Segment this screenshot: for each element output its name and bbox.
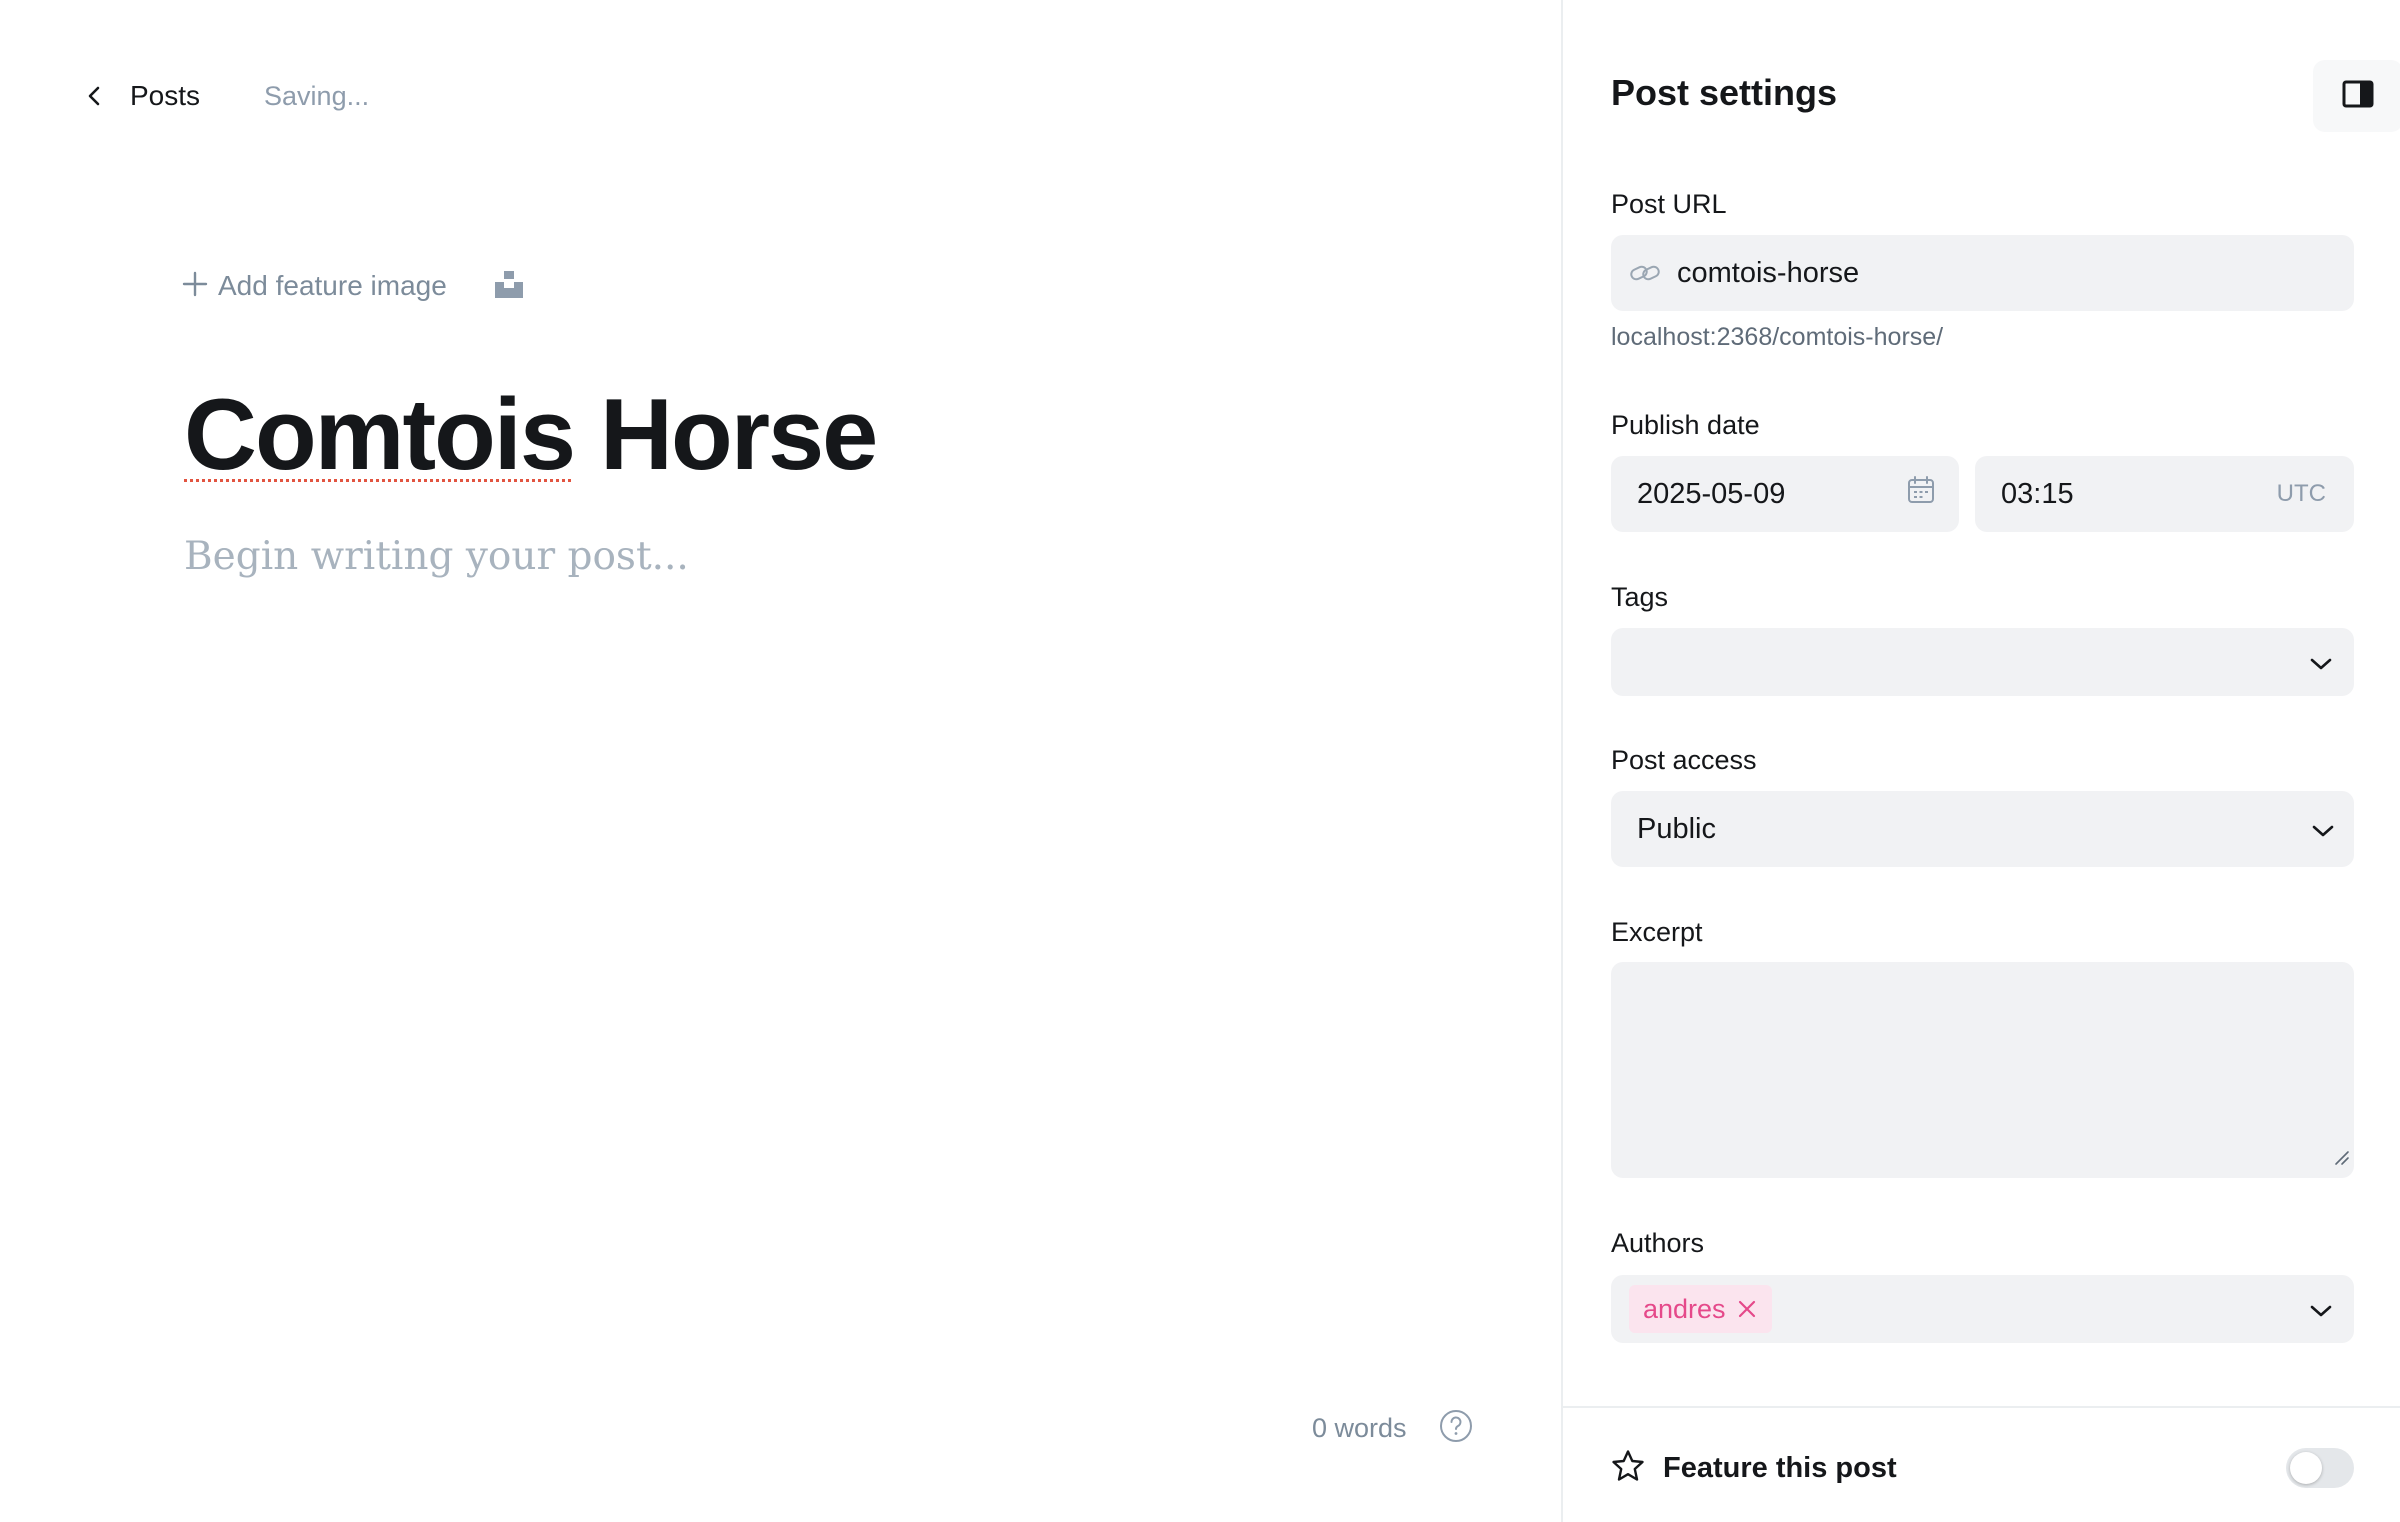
toggle-knob (2290, 1452, 2322, 1484)
post-access-value: Public (1637, 812, 1716, 845)
timezone-label: UTC (2276, 480, 2326, 507)
remove-author-button[interactable] (1738, 1294, 1756, 1325)
back-link-label: Posts (130, 80, 201, 111)
post-editor-app: Posts Saving... Add feature image Comtoi… (0, 0, 2400, 1522)
post-access-select[interactable]: Public (1611, 791, 2354, 867)
word-count-bar: 0 words (1312, 1408, 1473, 1448)
calendar-icon[interactable] (1907, 476, 1935, 512)
post-body-editor[interactable]: Begin writing your post... (184, 534, 689, 579)
publish-date-value: 2025-05-09 (1637, 477, 1786, 510)
author-chip: andres (1629, 1285, 1772, 1333)
word-count: 0 words (1312, 1412, 1407, 1443)
editor-canvas: Posts Saving... Add feature image Comtoi… (0, 0, 1561, 1522)
close-icon (1738, 1294, 1756, 1325)
feature-post-row: Feature this post (1611, 1446, 2354, 1490)
publish-date-input[interactable]: 2025-05-09 (1611, 456, 1959, 532)
add-feature-image-button[interactable]: Add feature image (182, 270, 447, 302)
sidebar-panel-icon (2342, 80, 2374, 113)
feature-post-toggle[interactable] (2286, 1448, 2354, 1488)
unsplash-button[interactable] (494, 270, 523, 303)
post-settings-panel: Post settings Post URL comtois-horse loc… (1561, 0, 2400, 1522)
publish-time-input[interactable]: 03:15 UTC (1975, 456, 2354, 532)
panel-title: Post settings (1611, 72, 1838, 113)
post-access-label: Post access (1611, 745, 1757, 775)
add-feature-image-label: Add feature image (218, 270, 447, 301)
toggle-settings-panel-button[interactable] (2313, 60, 2400, 132)
post-url-value: comtois-horse (1677, 256, 1860, 289)
publish-date-label: Publish date (1611, 410, 1760, 440)
link-icon (1629, 256, 1663, 290)
chevron-down-icon (2312, 813, 2334, 846)
panel-divider (1563, 1406, 2400, 1408)
help-circle-icon (1439, 1409, 1473, 1448)
authors-label: Authors (1611, 1228, 1705, 1258)
post-title[interactable]: Comtois Horse (184, 376, 878, 494)
help-button[interactable] (1439, 1409, 1473, 1448)
editor-topbar: Posts Saving... (84, 72, 369, 120)
save-status: Saving... (264, 80, 370, 111)
authors-select[interactable]: andres (1611, 1275, 2354, 1343)
excerpt-label: Excerpt (1611, 917, 1703, 947)
tags-select[interactable] (1611, 628, 2354, 696)
post-url-label: Post URL (1611, 189, 1727, 219)
chevron-down-icon (2310, 646, 2332, 679)
feature-image-row: Add feature image (182, 266, 523, 306)
excerpt-textarea[interactable] (1611, 962, 2354, 1178)
author-chip-label: andres (1643, 1293, 1726, 1324)
feature-post-label: Feature this post (1663, 1451, 1897, 1484)
back-to-posts-link[interactable]: Posts (84, 80, 200, 112)
post-title-rest: Horse (574, 379, 878, 491)
tags-label: Tags (1611, 582, 1669, 612)
unsplash-icon (494, 270, 523, 303)
post-url-input[interactable]: comtois-horse (1611, 235, 2354, 311)
post-url-preview: localhost:2368/comtois-horse/ (1611, 323, 1944, 351)
star-icon (1611, 1449, 1645, 1488)
post-title-misspelled-word: Comtois (184, 379, 576, 491)
resize-grip-icon[interactable] (2332, 1141, 2350, 1174)
chevron-left-icon (84, 85, 106, 107)
publish-time-value: 03:15 (2001, 477, 2074, 510)
chevron-down-icon (2310, 1293, 2332, 1326)
plus-icon (182, 271, 208, 302)
